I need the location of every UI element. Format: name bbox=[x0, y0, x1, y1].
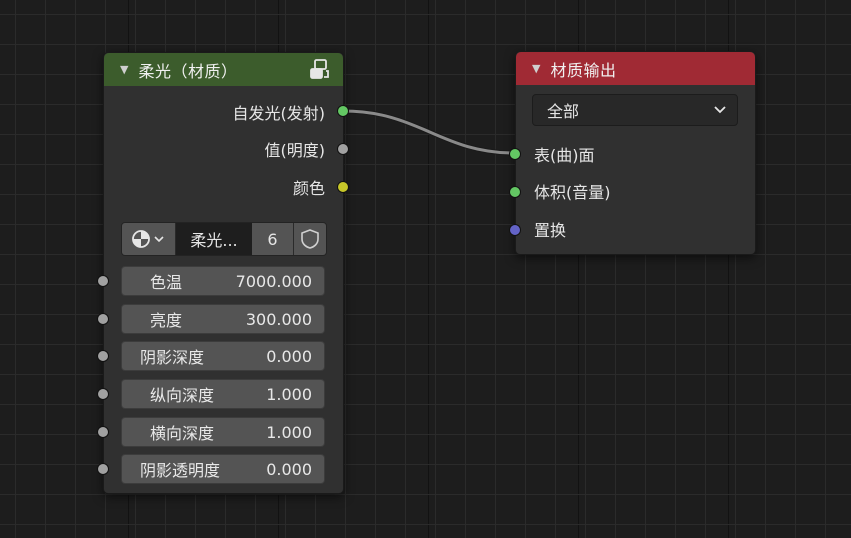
input-socket-horizontal-depth[interactable] bbox=[97, 426, 109, 438]
node-header[interactable]: ▼ 柔光（材质） bbox=[104, 53, 343, 86]
input-socket-shadow-opacity[interactable] bbox=[97, 463, 109, 475]
fake-user-button[interactable] bbox=[294, 223, 326, 255]
input-label: 置换 bbox=[534, 221, 567, 240]
output-label: 颜色 bbox=[292, 179, 325, 198]
field-label: 阴影透明度 bbox=[140, 461, 221, 480]
output-socket-color[interactable] bbox=[337, 181, 349, 193]
output-emission-row: 自发光(发射) bbox=[233, 100, 326, 124]
field-label: 色温 bbox=[150, 273, 183, 292]
input-socket-volume[interactable] bbox=[509, 186, 521, 198]
shadow-depth-field[interactable]: 阴影深度 0.000 bbox=[121, 341, 325, 371]
shadow-opacity-field[interactable]: 阴影透明度 0.000 bbox=[121, 454, 325, 484]
input-socket-shadow-depth[interactable] bbox=[97, 350, 109, 362]
input-socket-surface[interactable] bbox=[509, 148, 521, 160]
input-volume-row: 体积(音量) bbox=[534, 179, 611, 203]
chevron-down-icon bbox=[714, 106, 726, 114]
field-label: 阴影深度 bbox=[140, 348, 205, 367]
material-sphere-icon bbox=[131, 230, 164, 248]
output-socket-value[interactable] bbox=[337, 143, 349, 155]
input-socket-temperature[interactable] bbox=[97, 275, 109, 287]
brightness-field[interactable]: 亮度 300.000 bbox=[121, 304, 325, 334]
output-label: 自发光(发射) bbox=[232, 104, 326, 123]
field-value: 0.000 bbox=[266, 459, 312, 479]
field-label: 横向深度 bbox=[150, 424, 215, 443]
datablock-selector: 柔光... 6 bbox=[121, 222, 327, 256]
input-label: 表(曲)面 bbox=[534, 146, 595, 165]
field-value: 1.000 bbox=[266, 384, 312, 404]
field-label: 纵向深度 bbox=[150, 386, 215, 405]
target-select[interactable]: 全部 bbox=[532, 94, 738, 126]
node-title: 柔光（材质） bbox=[138, 61, 238, 81]
field-value: 7000.000 bbox=[235, 271, 312, 291]
field-value: 0.000 bbox=[266, 346, 312, 366]
collapse-arrow-icon[interactable]: ▼ bbox=[532, 62, 540, 75]
field-label: 亮度 bbox=[150, 311, 183, 330]
node-title: 材质输出 bbox=[550, 60, 617, 80]
vertical-depth-field[interactable]: 纵向深度 1.000 bbox=[121, 379, 325, 409]
user-count: 6 bbox=[267, 229, 278, 249]
node-header[interactable]: ▼ 材质输出 bbox=[516, 52, 755, 85]
datablock-name-field[interactable]: 柔光... bbox=[176, 223, 252, 255]
temperature-field[interactable]: 色温 7000.000 bbox=[121, 266, 325, 296]
field-value: 1.000 bbox=[266, 422, 312, 442]
input-surface-row: 表(曲)面 bbox=[534, 142, 595, 166]
browse-material-button[interactable] bbox=[122, 223, 176, 255]
output-value-row: 值(明度) bbox=[265, 137, 326, 161]
input-socket-vertical-depth[interactable] bbox=[97, 388, 109, 400]
node-group-icon[interactable] bbox=[309, 58, 331, 80]
target-value: 全部 bbox=[547, 102, 580, 121]
user-count-button[interactable]: 6 bbox=[252, 223, 294, 255]
input-label: 体积(音量) bbox=[534, 183, 611, 202]
output-color-row: 颜色 bbox=[293, 175, 325, 199]
field-value: 300.000 bbox=[245, 309, 312, 329]
material-output-node[interactable]: ▼ 材质输出 全部 表(曲)面 体积(音量) 置换 bbox=[509, 51, 756, 255]
datablock-name: 柔光... bbox=[190, 231, 238, 250]
input-socket-brightness[interactable] bbox=[97, 313, 109, 325]
horizontal-depth-field[interactable]: 横向深度 1.000 bbox=[121, 417, 325, 447]
output-label: 值(明度) bbox=[264, 141, 326, 160]
shield-icon bbox=[301, 229, 319, 249]
output-socket-shader[interactable] bbox=[337, 105, 349, 117]
collapse-arrow-icon[interactable]: ▼ bbox=[120, 63, 128, 76]
input-socket-displacement[interactable] bbox=[509, 224, 521, 236]
soft-light-node[interactable]: ▼ 柔光（材质） 自发光(发射) 值(明度) 颜色 柔光... 6 色温 700… bbox=[97, 52, 349, 494]
input-displacement-row: 置换 bbox=[534, 217, 566, 241]
